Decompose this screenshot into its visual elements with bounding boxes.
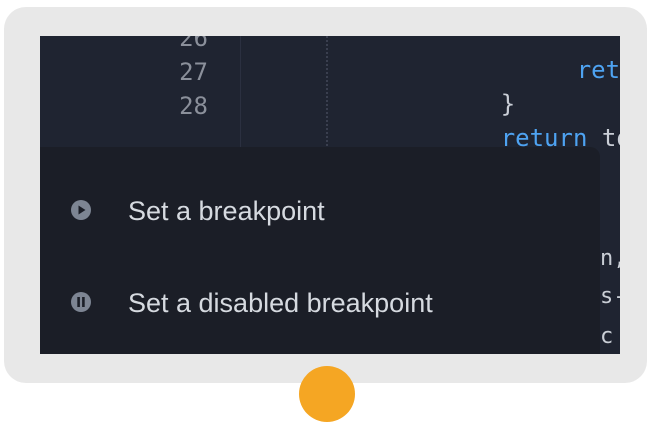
line-number[interactable]: 27 xyxy=(148,56,208,88)
line-number[interactable]: 28 xyxy=(148,90,208,122)
line-number[interactable]: 26 xyxy=(148,36,208,54)
code-fragment: c xyxy=(600,324,614,349)
code-line: return xyxy=(490,36,620,84)
breakpoint-context-menu: Set a breakpoint Set a disabled breakpoi… xyxy=(40,147,600,354)
accent-badge xyxy=(299,366,355,422)
code-fragment: n, xyxy=(600,246,620,271)
code-keyword: return xyxy=(576,56,620,84)
menu-item-label: Set a disabled breakpoint xyxy=(128,288,433,318)
code-line: return tod xyxy=(414,90,620,152)
code-line: } xyxy=(414,56,515,118)
pause-circle-icon xyxy=(71,292,91,312)
play-circle-icon xyxy=(71,200,91,220)
menu-item-set-breakpoint[interactable]: Set a breakpoint xyxy=(40,181,600,241)
menu-item-label: Set a breakpoint xyxy=(128,196,325,226)
menu-item-set-disabled-breakpoint[interactable]: Set a disabled breakpoint xyxy=(40,273,600,333)
screenshot-frame: 26 return 27 } 28 return tod n, s- c Set… xyxy=(4,7,647,383)
code-fragment: s- xyxy=(600,284,620,309)
